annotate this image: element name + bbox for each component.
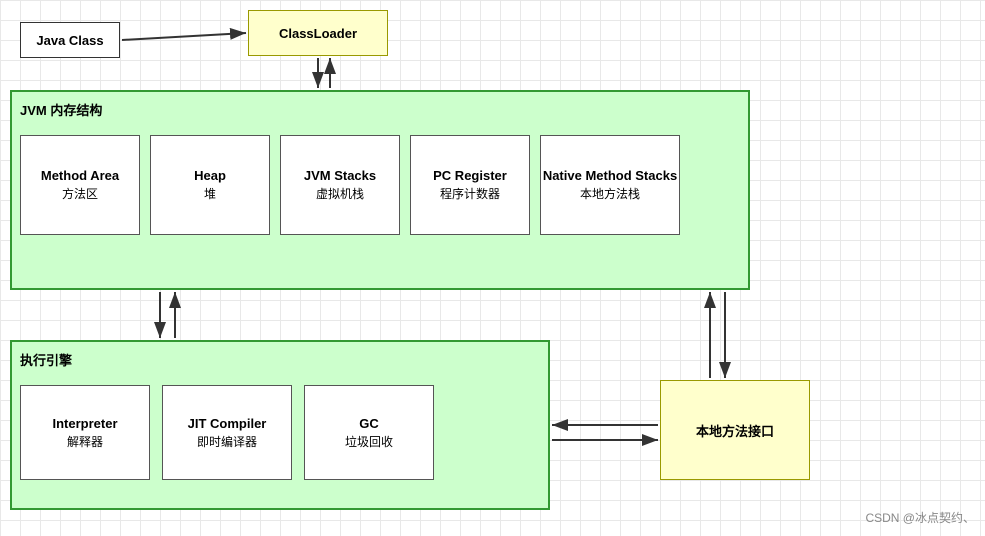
jvm-memory-label: JVM 内存结构 [20,100,102,119]
heap-box: Heap 堆 [150,135,270,235]
jvm-stacks-en: JVM Stacks [304,168,376,183]
interpreter-cn: 解释器 [67,433,103,450]
interpreter-en: Interpreter [52,416,117,431]
native-method-stacks-en: Native Method Stacks [543,168,677,183]
java-to-classloader-arrow [122,33,246,40]
native-method-stacks-box: Native Method Stacks 本地方法栈 [540,135,680,235]
java-class-box: Java Class [20,22,120,58]
pc-register-en: PC Register [433,168,507,183]
method-area-box: Method Area 方法区 [20,135,140,235]
heap-cn: 堆 [204,185,216,202]
gc-cn: 垃圾回收 [345,433,393,450]
gc-box: GC 垃圾回收 [304,385,434,480]
heap-en: Heap [194,168,226,183]
jvm-stacks-box: JVM Stacks 虚拟机栈 [280,135,400,235]
jit-compiler-cn: 即时编译器 [197,433,257,450]
jit-compiler-box: JIT Compiler 即时编译器 [162,385,292,480]
jvm-stacks-cn: 虚拟机栈 [316,185,364,202]
jvm-memory-items: Method Area 方法区 Heap 堆 JVM Stacks 虚拟机栈 P… [20,135,680,235]
diagram-area: Java Class ClassLoader JVM 内存结构 Method A… [0,0,985,536]
method-area-en: Method Area [41,168,119,183]
pc-register-box: PC Register 程序计数器 [410,135,530,235]
exec-engine-items: Interpreter 解释器 JIT Compiler 即时编译器 GC 垃圾… [20,385,434,480]
java-class-label: Java Class [36,33,103,48]
gc-en: GC [359,416,379,431]
exec-engine-box: 执行引擎 Interpreter 解释器 JIT Compiler 即时编译器 … [10,340,550,510]
jit-compiler-en: JIT Compiler [188,416,267,431]
pc-register-cn: 程序计数器 [440,185,500,202]
jvm-memory-box: JVM 内存结构 Method Area 方法区 Heap 堆 JVM Stac… [10,90,750,290]
native-interface-label: 本地方法接口 [696,421,774,440]
exec-engine-label: 执行引擎 [20,350,72,369]
interpreter-box: Interpreter 解释器 [20,385,150,480]
native-interface-box: 本地方法接口 [660,380,810,480]
classloader-label: ClassLoader [279,26,357,41]
method-area-cn: 方法区 [62,185,98,202]
classloader-box: ClassLoader [248,10,388,56]
native-method-stacks-cn: 本地方法栈 [580,185,640,202]
watermark: CSDN @冰点契约、 [865,509,975,526]
